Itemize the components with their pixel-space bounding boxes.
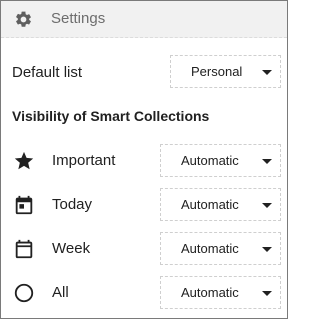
visibility-select-today[interactable]: Automatic [160,188,281,221]
visibility-label-all: All [52,284,69,301]
visibility-value-important: Automatic [181,153,239,168]
visibility-row-today: Today Automatic [1,188,287,222]
calendar-today-icon [15,195,33,215]
visibility-select-week[interactable]: Automatic [160,232,281,265]
caret-down-icon [262,247,272,252]
gear-icon [16,11,31,27]
visibility-value-week: Automatic [181,241,239,256]
caret-down-icon [262,203,272,208]
caret-down-icon [262,159,272,164]
visibility-row-week: Week Automatic [1,232,287,266]
visibility-select-all[interactable]: Automatic [160,276,281,309]
visibility-row-all: All Automatic [1,276,287,310]
page-title: Settings [51,10,106,27]
circle-outline-icon [14,283,34,303]
caret-down-icon [262,291,272,296]
default-list-label: Default list [12,64,83,81]
calendar-week-icon [15,239,33,259]
star-icon [14,151,34,170]
visibility-label-today: Today [52,196,93,213]
visibility-label-important: Important [52,152,116,169]
default-list-row: Default list Personal [1,55,287,91]
default-list-select[interactable]: Personal [170,55,281,88]
visibility-select-important[interactable]: Automatic [160,144,281,177]
visibility-value-all: Automatic [181,285,239,300]
visibility-label-week: Week [52,240,91,257]
default-list-value: Personal [191,64,243,79]
caret-down-icon [262,70,272,75]
visibility-row-important: Important Automatic [1,144,287,178]
settings-panel: Settings Default list Personal Visibilit… [0,0,288,319]
settings-header: Settings [1,1,287,38]
visibility-value-today: Automatic [181,197,239,212]
visibility-section-title: Visibility of Smart Collections [12,108,210,124]
